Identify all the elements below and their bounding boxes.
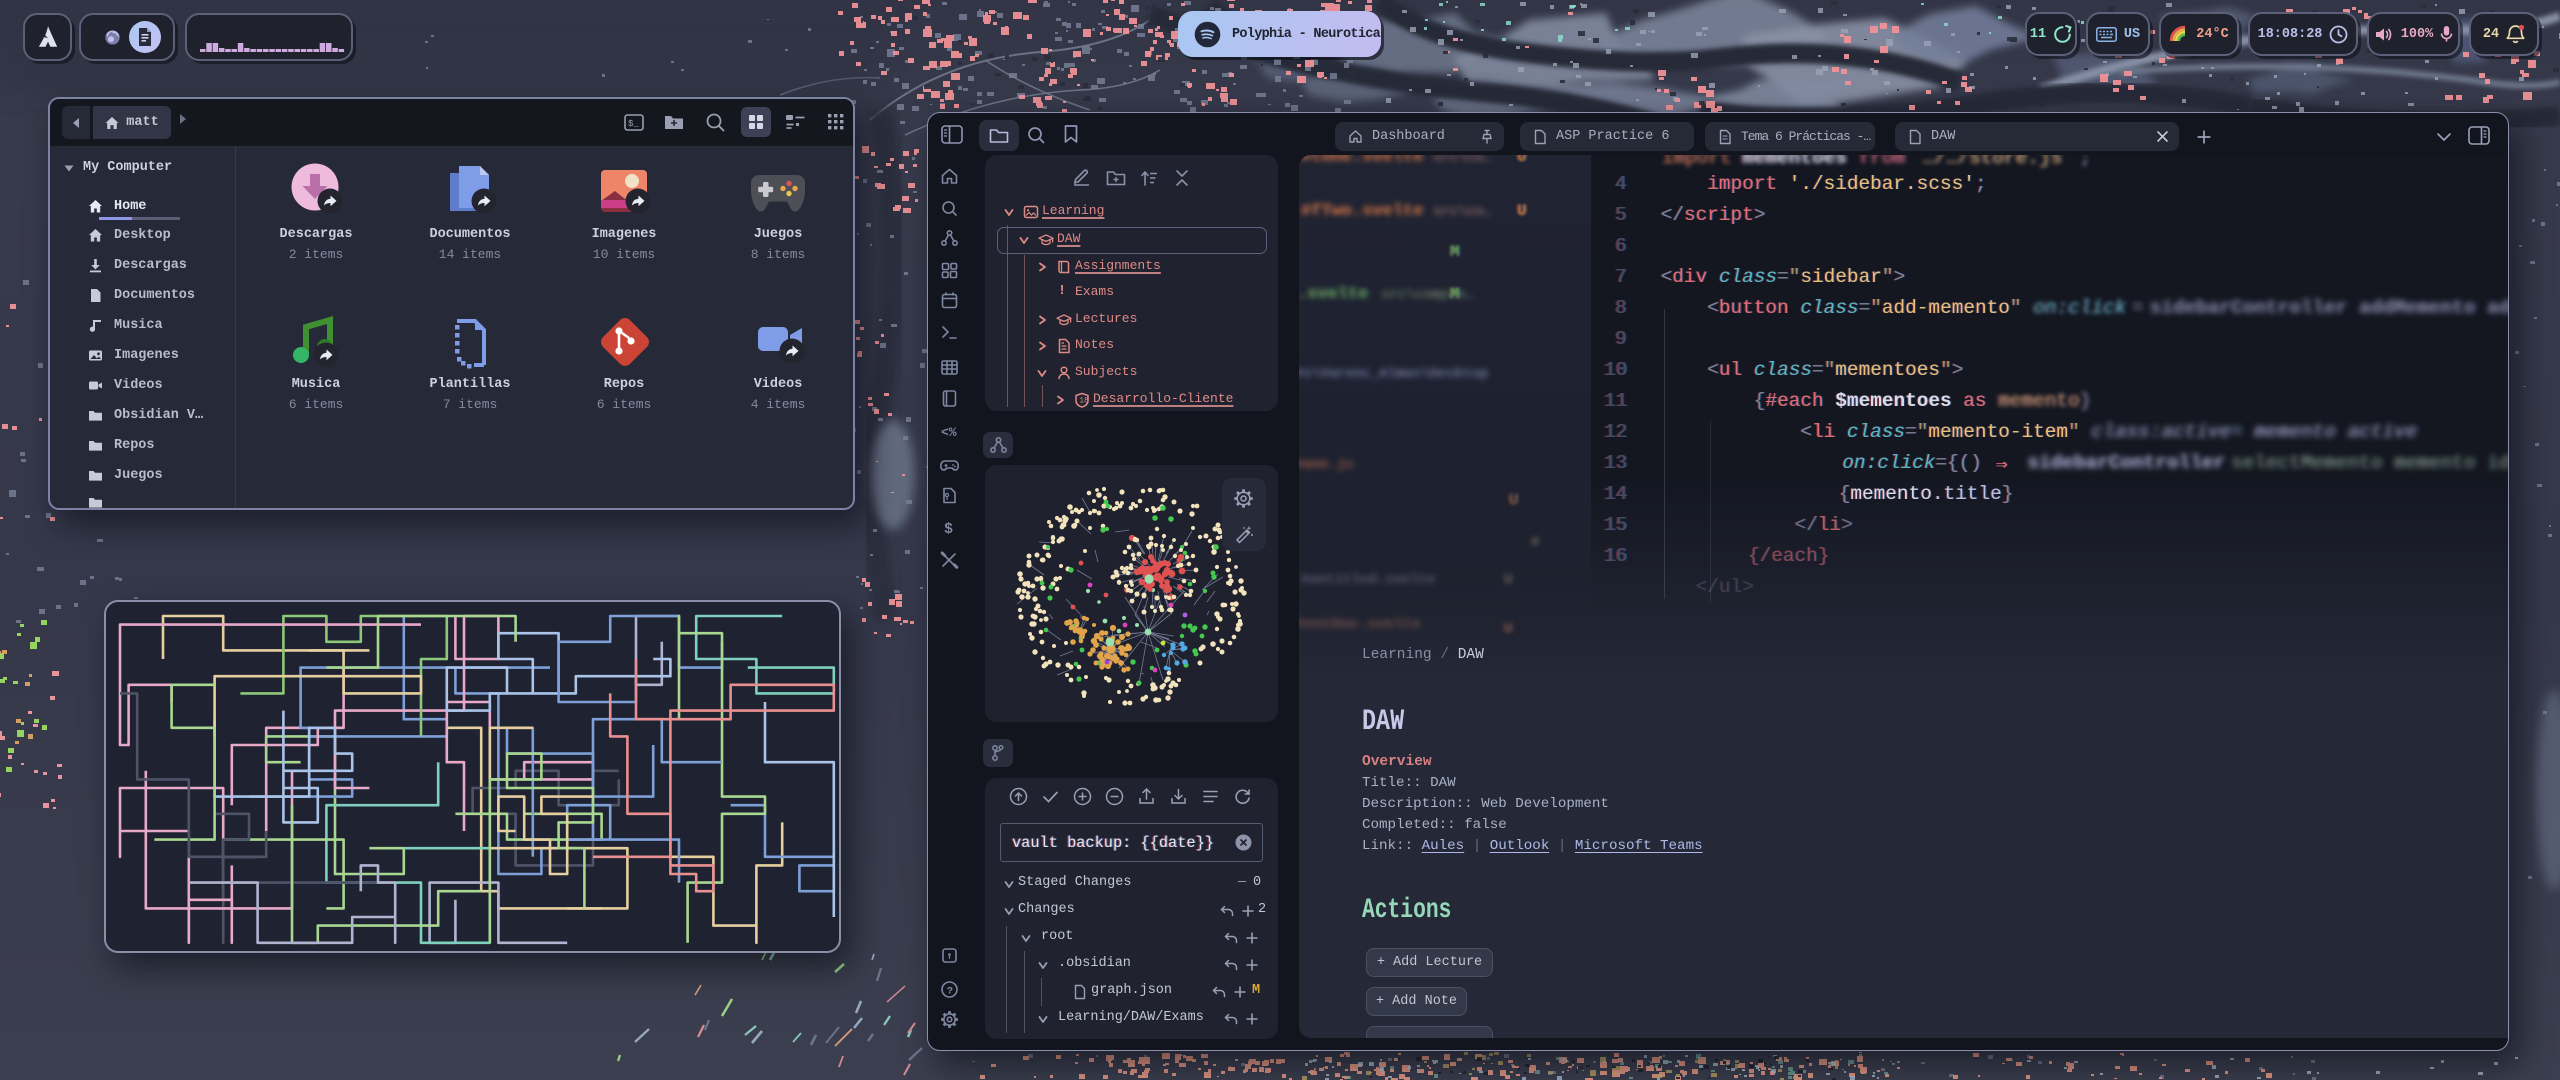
svg-text:<%: <% <box>941 425 957 440</box>
svg-text:$_: $_ <box>628 119 639 129</box>
svg-text:?: ? <box>947 986 953 998</box>
svg-text:18: 18 <box>1079 397 1089 406</box>
svg-text:$: $ <box>944 521 953 537</box>
